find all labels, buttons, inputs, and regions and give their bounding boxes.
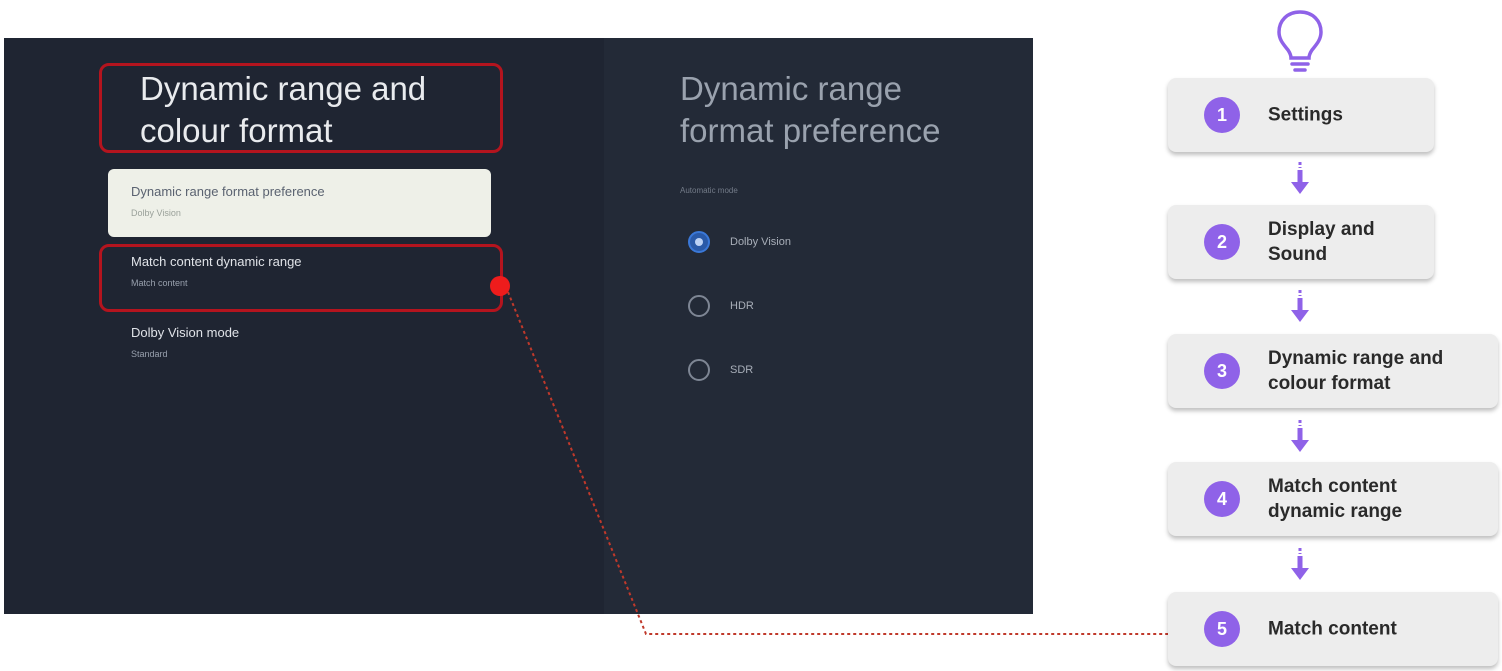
radio-option-hdr[interactable]: HDR <box>688 293 754 319</box>
radio-label: HDR <box>730 300 754 312</box>
radio-option-dolby-vision[interactable]: Dolby Vision <box>688 229 791 255</box>
connector-dot <box>490 276 510 296</box>
match-content-highlight-box <box>99 244 503 312</box>
step-label: Settings <box>1268 104 1343 126</box>
step-label: Match content <box>1268 618 1397 640</box>
step-settings: 1 Settings <box>1168 78 1434 152</box>
menu-item-dolby-vision-mode[interactable]: Dolby Vision mode Standard <box>108 316 491 384</box>
step-match-content-dynamic-range: 4 Match content dynamic range <box>1168 462 1498 536</box>
arrow-down-icon <box>1291 162 1309 194</box>
radio-label: Dolby Vision <box>730 236 791 248</box>
step-dynamic-range-and-colour-format: 3 Dynamic range and colour format <box>1168 334 1498 408</box>
step-display-and-sound: 2 Display and Sound <box>1168 205 1434 279</box>
step-number-badge: 4 <box>1204 481 1240 517</box>
step-match-content: 5 Match content <box>1168 592 1498 666</box>
radio-label: SDR <box>730 364 754 376</box>
arrow-down-icon <box>1291 548 1309 580</box>
step-label: Display and Sound <box>1268 219 1375 265</box>
menu-item-value: Dolby Vision <box>131 208 181 218</box>
panel-caption: Automatic mode <box>680 186 738 195</box>
step-number-badge: 5 <box>1204 611 1240 647</box>
arrow-down-icon <box>1291 420 1309 452</box>
menu-item-format-preference[interactable]: Dynamic range format preference Dolby Vi… <box>108 169 491 237</box>
radio-checked-icon <box>688 231 710 253</box>
menu-item-label: Dolby Vision mode <box>131 325 240 340</box>
step-number-badge: 3 <box>1204 353 1240 389</box>
menu-item-value: Standard <box>131 349 168 359</box>
title-highlight-box <box>99 63 503 153</box>
lightbulb-icon <box>1277 10 1323 72</box>
radio-option-sdr[interactable]: SDR <box>688 357 753 383</box>
step-number-badge: 1 <box>1204 97 1240 133</box>
step-label: Dynamic range and colour format <box>1268 348 1444 394</box>
menu-item-label: Dynamic range format preference <box>131 184 325 199</box>
radio-unchecked-icon <box>688 359 710 381</box>
arrow-down-icon <box>1291 290 1309 322</box>
step-label: Match content dynamic range <box>1268 476 1403 522</box>
radio-unchecked-icon <box>688 295 710 317</box>
step-number-badge: 2 <box>1204 224 1240 260</box>
panel-title: Dynamic range format preference <box>680 70 941 149</box>
